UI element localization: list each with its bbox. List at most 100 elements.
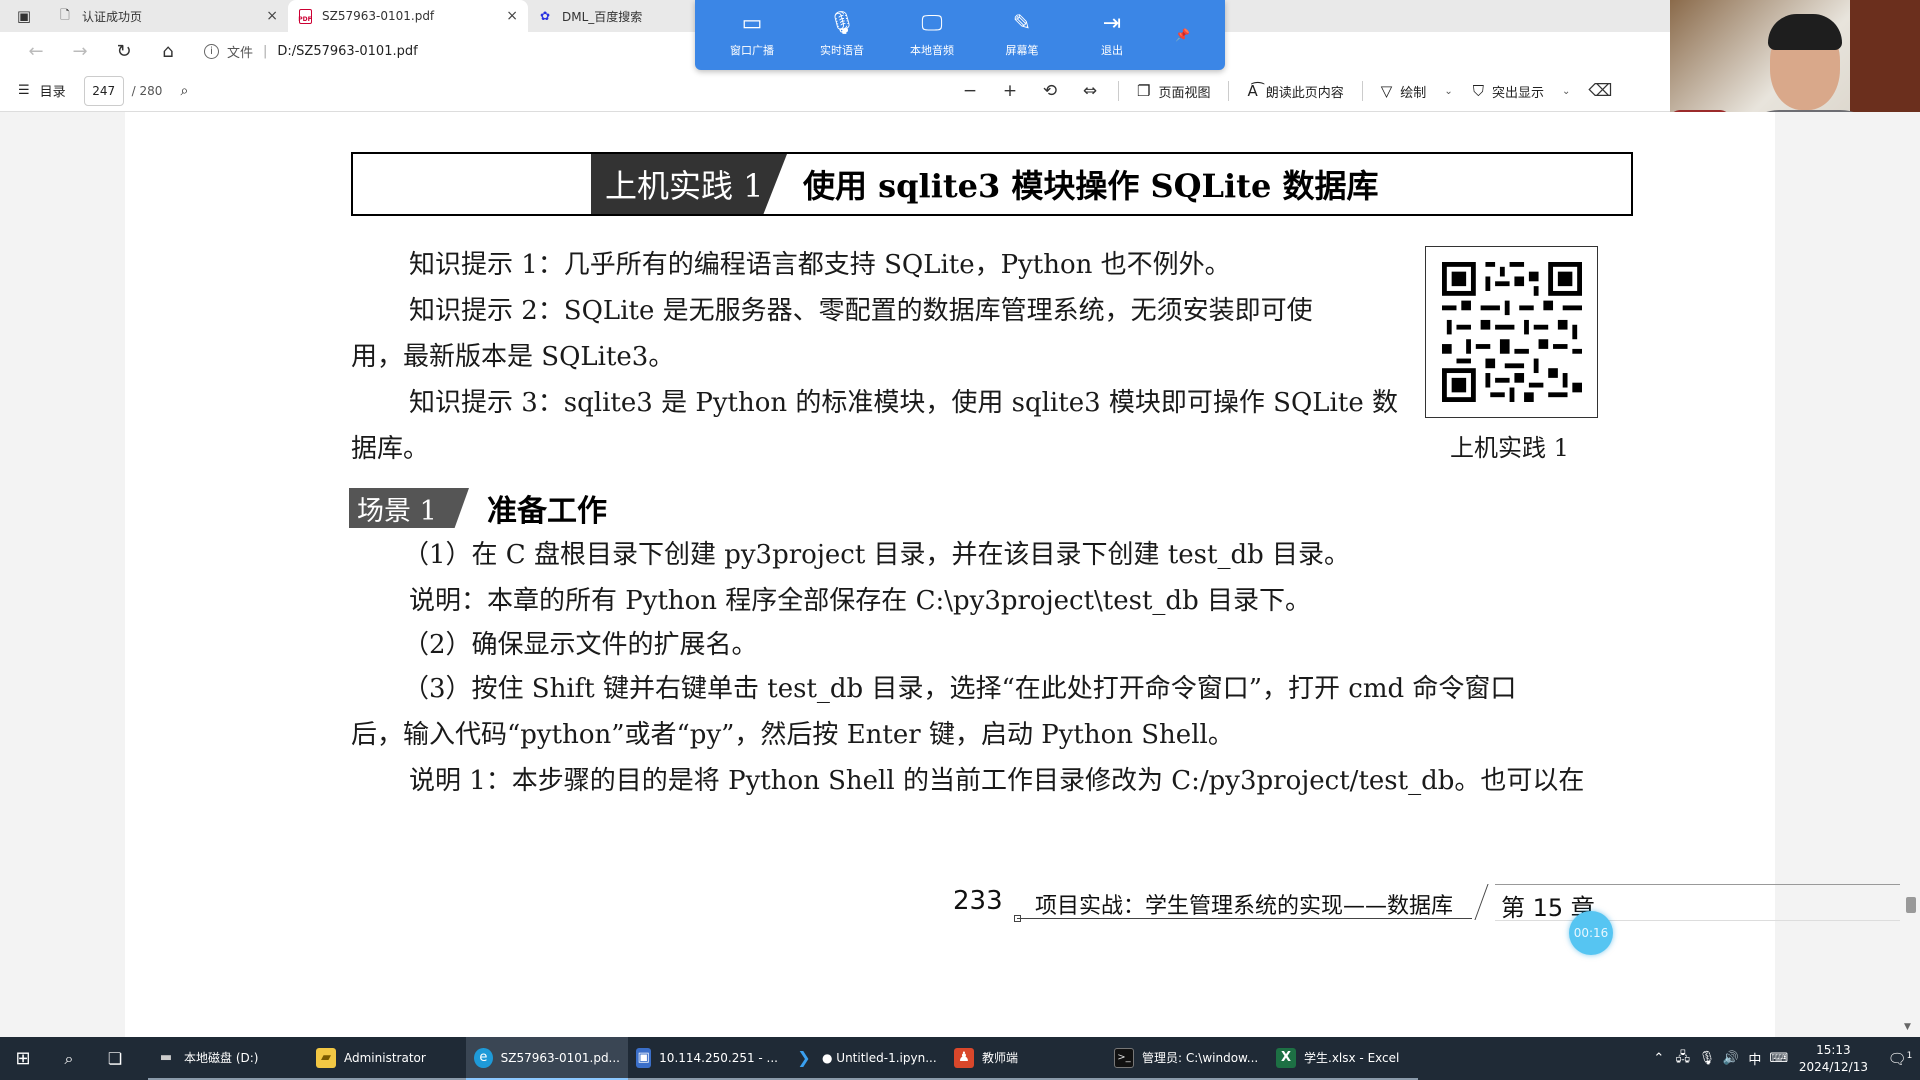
notification-count: 1 (1906, 1050, 1913, 1061)
taskbar-app-label: ● Untitled-1.ipyn... (822, 1050, 937, 1065)
chevron-down-icon[interactable]: ⌄ (1562, 86, 1570, 97)
volume-icon[interactable]: 🔊 (1719, 1051, 1743, 1066)
list-icon: ☰ (18, 83, 30, 98)
taskbar-app-excel[interactable]: X 学生.xlsx - Excel (1268, 1037, 1418, 1080)
clock-date: 2024/12/13 (1798, 1059, 1868, 1074)
refresh-icon[interactable]: ↻ (102, 41, 146, 62)
taskbar-app-label: Administrator (344, 1050, 426, 1065)
divider (1361, 81, 1363, 101)
read-aloud-button[interactable]: A͡ 朗读此页内容 (1247, 82, 1343, 101)
taskbar-app-remote-desktop[interactable]: ▣ 10.114.250.251 - ... (628, 1037, 786, 1080)
pin-icon[interactable]: 📌 (1175, 28, 1190, 42)
search-icon[interactable]: ⌕ (46, 1049, 92, 1069)
knowledge-tip-2-line2: 用，最新版本是 SQLite3。 (351, 342, 675, 372)
highlight-button[interactable]: ⛉ 突出显示 ⌄ (1473, 82, 1571, 101)
step-3-line1: （3）按住 Shift 键并右键单击 test_db 目录，选择“在此处打开命令… (403, 674, 1517, 704)
qr-code (1425, 246, 1598, 418)
pdf-toolbar-right: − + ⟲ ⇔ ❐ 页面视图 A͡ 朗读此页内容 ▽ 绘制 ⌄ ⛉ 突出显示 ⌄… (950, 70, 1620, 112)
knowledge-tip-3-line2: 据库。 (351, 434, 430, 464)
search-icon[interactable]: ⌕ (180, 83, 188, 99)
tab-auth-success[interactable]: 🗋 认证成功页 × (48, 0, 288, 32)
toc-button[interactable]: ☰ 目录 (18, 81, 66, 100)
tab-actions-icon[interactable]: ▣ (0, 0, 48, 32)
page-number-input[interactable]: 247 (83, 75, 124, 106)
taskbar-app-vscode[interactable]: ❯ ● Untitled-1.ipyn... (786, 1037, 946, 1080)
forward-arrow-icon[interactable]: → (58, 41, 102, 62)
exit-icon: ⇥ (1102, 11, 1122, 36)
back-arrow-icon[interactable]: ← (14, 41, 58, 62)
screen-pen-button[interactable]: ✎ 屏幕笔 (977, 12, 1067, 58)
eraser-icon[interactable]: ⌫ (1580, 81, 1620, 101)
pdf-toolbar: ☰ 目录 247 / 280 ⌕ − + ⟲ ⇔ ❐ 页面视图 A͡ 朗读此页内… (0, 70, 1670, 112)
knowledge-tip-3-line1: 知识提示 3：sqlite3 是 Python 的标准模块，使用 sqlite3… (409, 388, 1398, 418)
ime-indicator[interactable]: 中 (1743, 1049, 1767, 1068)
tab-pdf[interactable]: PDF SZ57963-0101.pdf × (288, 0, 528, 32)
close-icon[interactable]: × (266, 8, 278, 24)
chevron-up-icon[interactable]: ⌃ (1647, 1051, 1671, 1066)
recording-timer[interactable]: 00:16 (1569, 911, 1613, 955)
section-title: 使用 sqlite3 模块操作 SQLite 数据库 (803, 167, 1379, 205)
window-broadcast-label: 窗口广播 (730, 44, 774, 57)
divider (1228, 81, 1230, 101)
divider: | (263, 43, 268, 59)
remote-desktop-icon: ▣ (636, 1047, 652, 1068)
step-2: （2）确保显示文件的扩展名。 (403, 630, 758, 660)
taskbar-app-drive[interactable]: ▬ 本地磁盘 (D:) (148, 1037, 308, 1080)
taskbar-app-label: SZ57963-0101.pd... (500, 1050, 620, 1065)
taskbar-app-label: 学生.xlsx - Excel (1304, 1051, 1400, 1065)
page-icon: 🗋 (60, 7, 70, 22)
site-info[interactable]: i 文件 | (204, 42, 277, 61)
ime-options-icon[interactable]: ⌨ (1767, 1051, 1791, 1066)
taskbar-app-teacher[interactable]: ♟ 教师端 (946, 1037, 1106, 1080)
clock[interactable]: 15:13 2024/12/13 (1799, 1042, 1868, 1076)
page-view-button[interactable]: ❐ 页面视图 (1137, 82, 1210, 101)
edge-icon: e (474, 1047, 493, 1068)
teacher-app-icon: ♟ (954, 1047, 974, 1068)
note-2: 说明 1：本步骤的目的是将 Python Shell 的当前工作目录修改为 C:… (409, 766, 1585, 796)
notification-icon[interactable]: 🗨1 (1880, 1050, 1920, 1068)
footer-tab-rule (1495, 884, 1900, 885)
taskbar-app-label: 教师端 (982, 1051, 1019, 1065)
baidu-paw-icon: ✿ (539, 9, 551, 23)
zoom-in-icon[interactable]: + (990, 81, 1030, 101)
screen-pen-label: 屏幕笔 (1005, 44, 1039, 57)
fit-page-icon[interactable]: ⇔ (1070, 81, 1110, 101)
scrollbar-thumb[interactable] (1906, 897, 1916, 913)
zoom-out-icon[interactable]: − (950, 81, 990, 101)
close-icon[interactable]: × (506, 8, 518, 24)
monitor-audio-icon: 🖵 (921, 11, 943, 36)
rotate-icon[interactable]: ⟲ (1030, 81, 1070, 101)
exit-label: 退出 (1101, 44, 1123, 57)
local-audio-button[interactable]: 🖵 本地音频 (887, 12, 977, 58)
microphone-icon: 🎙 (828, 11, 856, 36)
footer-title: 项目实战：学生管理系统的实现——数据库 (1035, 894, 1454, 919)
window-broadcast-button[interactable]: ▭ 窗口广播 (707, 12, 797, 58)
taskbar-app-cmd[interactable]: >_ 管理员: C:\window... (1106, 1037, 1268, 1080)
pdf-page: 上机实践 1 使用 sqlite3 模块操作 SQLite 数据库 知识提示 1… (125, 112, 1900, 1037)
chevron-down-icon[interactable]: ⌄ (1444, 86, 1452, 97)
taskbar-app-explorer[interactable]: ▰ Administrator (308, 1037, 466, 1080)
draw-icon: ▽ (1380, 82, 1393, 100)
windows-start-icon[interactable]: ⊞ (0, 1048, 46, 1069)
scroll-down-icon[interactable]: ▼ (1904, 1022, 1911, 1032)
taskbar-app-edge[interactable]: e SZ57963-0101.pd... (466, 1037, 628, 1080)
live-voice-button[interactable]: 🎙 实时语音 (797, 12, 887, 58)
network-icon[interactable]: 🖧 (1671, 1048, 1695, 1070)
excel-icon: X (1276, 1047, 1296, 1068)
scene-title: 准备工作 (487, 494, 607, 529)
taskbar: ⊞ ⌕ ❏ ▬ 本地磁盘 (D:) ▰ Administrator e SZ57… (0, 1037, 1920, 1080)
draw-button[interactable]: ▽ 绘制 ⌄ (1381, 82, 1453, 101)
tab-label: 认证成功页 (82, 9, 143, 24)
task-view-icon[interactable]: ❏ (92, 1049, 138, 1068)
taskbar-app-label: 本地磁盘 (D:) (184, 1051, 259, 1065)
microphone-icon[interactable]: 🎙 (1695, 1051, 1719, 1066)
section-badge: 上机实践 1 (591, 154, 787, 214)
section-title-box: 上机实践 1 使用 sqlite3 模块操作 SQLite 数据库 (351, 152, 1633, 216)
address-url[interactable]: D:/SZ57963-0101.pdf (277, 44, 417, 59)
read-aloud-icon: A͡ (1247, 82, 1258, 100)
home-icon[interactable]: ⌂ (146, 41, 190, 62)
clock-time: 15:13 (1816, 1042, 1851, 1057)
exit-button[interactable]: ⇥ 退出 (1067, 12, 1157, 58)
pdf-viewer[interactable]: ▼ 上机实践 1 使用 sqlite3 模块操作 SQLite 数据库 知识提示… (0, 112, 1920, 1037)
knowledge-tip-1: 知识提示 1：几乎所有的编程语言都支持 SQLite，Python 也不例外。 (409, 250, 1231, 280)
